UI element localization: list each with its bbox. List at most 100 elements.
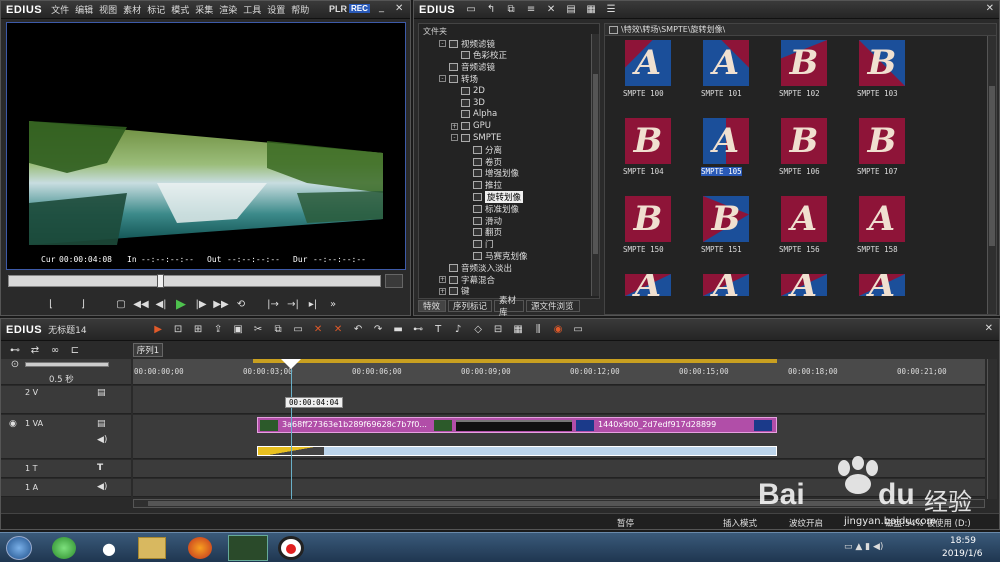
volume-icon[interactable]: ◀): [97, 482, 107, 492]
link-icon[interactable]: ⊷: [410, 323, 426, 337]
transition-thumb[interactable]: A: [703, 274, 749, 296]
transition-thumb[interactable]: B: [703, 196, 749, 242]
menu-item[interactable]: 模式: [168, 6, 192, 16]
trim-icon[interactable]: ▸|: [305, 297, 321, 311]
marker-icon[interactable]: ▬: [390, 323, 406, 337]
playhead-line[interactable]: [291, 369, 292, 499]
tray-icons[interactable]: ▭ ▲ ▮ ◀): [844, 542, 883, 552]
properties-icon[interactable]: ▤: [563, 3, 579, 17]
up-folder-icon[interactable]: ↰: [483, 3, 499, 17]
tree-item[interactable]: 卷页: [463, 156, 502, 168]
transition-thumb[interactable]: B: [781, 118, 827, 164]
ripple-delete-icon[interactable]: ✕: [330, 323, 346, 337]
mixer-icon[interactable]: ⫼: [530, 323, 546, 337]
undo-icon[interactable]: ↶: [350, 323, 366, 337]
mic-icon[interactable]: ♪: [450, 323, 466, 337]
expand-icon[interactable]: -: [439, 75, 446, 83]
plr-badge[interactable]: PLR: [329, 4, 347, 14]
transition-thumb[interactable]: B: [625, 196, 671, 242]
cut-icon[interactable]: ✂: [250, 323, 266, 337]
expand-icon[interactable]: +: [451, 122, 458, 130]
transition-thumb[interactable]: B: [781, 40, 827, 86]
taskbar-app-360[interactable]: [52, 537, 76, 559]
taskbar-app-qq[interactable]: ●: [98, 537, 120, 559]
transition-thumb[interactable]: A: [781, 196, 827, 242]
audio-track-icon[interactable]: ◀): [97, 435, 107, 445]
expand-icon[interactable]: +: [439, 276, 446, 283]
new-sequence-icon[interactable]: ▶: [150, 323, 166, 337]
tree-item[interactable]: + 字幕混合: [439, 274, 495, 286]
timeline-close-icon[interactable]: ✕: [985, 323, 993, 334]
tree-item[interactable]: Alpha: [451, 109, 497, 120]
overwrite-icon[interactable]: →|: [285, 297, 301, 311]
split-icon[interactable]: ⊟: [490, 323, 506, 337]
video-track-icon-2[interactable]: ▤: [97, 419, 106, 429]
tree-item[interactable]: 滑动: [463, 215, 502, 227]
folder-icon[interactable]: ▭: [463, 3, 479, 17]
tree-item[interactable]: 增强划像: [463, 168, 519, 179]
tree-item[interactable]: 色彩校正: [451, 50, 507, 61]
menu-item[interactable]: 视图: [96, 6, 120, 16]
transition-block[interactable]: [456, 420, 572, 431]
transition-thumb[interactable]: B: [859, 118, 905, 164]
tree-item[interactable]: 2D: [451, 85, 485, 96]
status-insert-mode[interactable]: 插入模式: [723, 517, 757, 529]
menu-item[interactable]: 标记: [144, 6, 168, 16]
more-icon[interactable]: »: [325, 297, 341, 311]
effect-icon[interactable]: ◇: [470, 323, 486, 337]
transition-thumb[interactable]: A: [859, 196, 905, 242]
close-icon[interactable]: ✕: [395, 3, 403, 14]
track-mode-icon[interactable]: ⊷: [7, 343, 23, 357]
sync-icon[interactable]: ⇄: [27, 343, 43, 357]
paste-icon[interactable]: ▭: [290, 323, 306, 337]
rewind-icon[interactable]: ◀◀: [133, 297, 149, 311]
settings-icon[interactable]: ☰: [603, 3, 619, 17]
transition-thumb[interactable]: A: [703, 40, 749, 86]
transition-thumb[interactable]: A: [781, 274, 827, 296]
clip-video[interactable]: 3a68ff27363e1b289f69628c7b7f0... 1440x90…: [257, 417, 777, 433]
tree-item[interactable]: 马赛克划像: [463, 250, 528, 262]
transition-thumb[interactable]: A: [859, 274, 905, 296]
view-icon[interactable]: ▦: [583, 3, 599, 17]
tree-item[interactable]: 翻页: [463, 227, 502, 238]
export-icon[interactable]: ⇪: [210, 323, 226, 337]
menu-item[interactable]: 渲染: [216, 6, 240, 16]
taskbar-app-edius[interactable]: [228, 535, 268, 561]
transition-thumb[interactable]: A: [625, 40, 671, 86]
expand-icon[interactable]: +: [439, 287, 446, 295]
rec-badge[interactable]: REC: [349, 4, 370, 13]
menu-item[interactable]: 设置: [264, 6, 288, 16]
step-forward-icon[interactable]: |▶: [193, 297, 209, 311]
title-icon[interactable]: T: [430, 323, 446, 337]
fast-forward-icon[interactable]: ▶▶: [213, 297, 229, 311]
lock-icon[interactable]: ⊙: [7, 357, 23, 371]
minimize-icon[interactable]: _: [379, 2, 384, 13]
track-lane-1va[interactable]: 3a68ff27363e1b289f69628c7b7f0... 1440x90…: [133, 415, 985, 459]
link-mode-icon[interactable]: ∞: [47, 343, 63, 357]
tree-item[interactable]: 旋转划像: [463, 190, 524, 203]
tree-item[interactable]: + GPU: [451, 121, 491, 132]
menu-item[interactable]: 文件: [48, 6, 72, 16]
taskbar-app-recorder[interactable]: [278, 536, 304, 560]
track-header-1t[interactable]: 1 T T: [1, 460, 131, 478]
grid-icon[interactable]: ▦: [510, 323, 526, 337]
transition-thumb[interactable]: B: [859, 40, 905, 86]
insert-icon[interactable]: |→: [265, 297, 281, 311]
mark-in-icon[interactable]: ⌊: [43, 297, 59, 311]
tree-item[interactable]: 音频滤镜: [439, 62, 495, 73]
capture-icon[interactable]: ⊡: [170, 323, 186, 337]
tree-item[interactable]: 推拉: [463, 180, 502, 191]
menu-item[interactable]: 采集: [192, 6, 216, 16]
menu-item[interactable]: 工具: [240, 6, 264, 16]
tree-scrollbar[interactable]: [591, 34, 599, 296]
tree-item[interactable]: - 视频滤镜: [439, 38, 495, 50]
transition-thumb[interactable]: A: [625, 274, 671, 296]
timeline-ruler[interactable]: 00:00:00;00 00:00:03;00 00:00:06;00 00:00:0…: [133, 359, 985, 385]
track-header-1va[interactable]: ◉ 1 VA ▤ ◀): [1, 415, 131, 459]
scale-label[interactable]: 0.5 秒: [49, 373, 74, 385]
scrub-end-icon[interactable]: [385, 274, 403, 288]
track-header-2v[interactable]: 2 V ▤: [1, 386, 131, 414]
start-button[interactable]: [6, 536, 32, 560]
zoom-slider[interactable]: [25, 362, 109, 367]
copy-icon[interactable]: ⧉: [503, 3, 519, 17]
